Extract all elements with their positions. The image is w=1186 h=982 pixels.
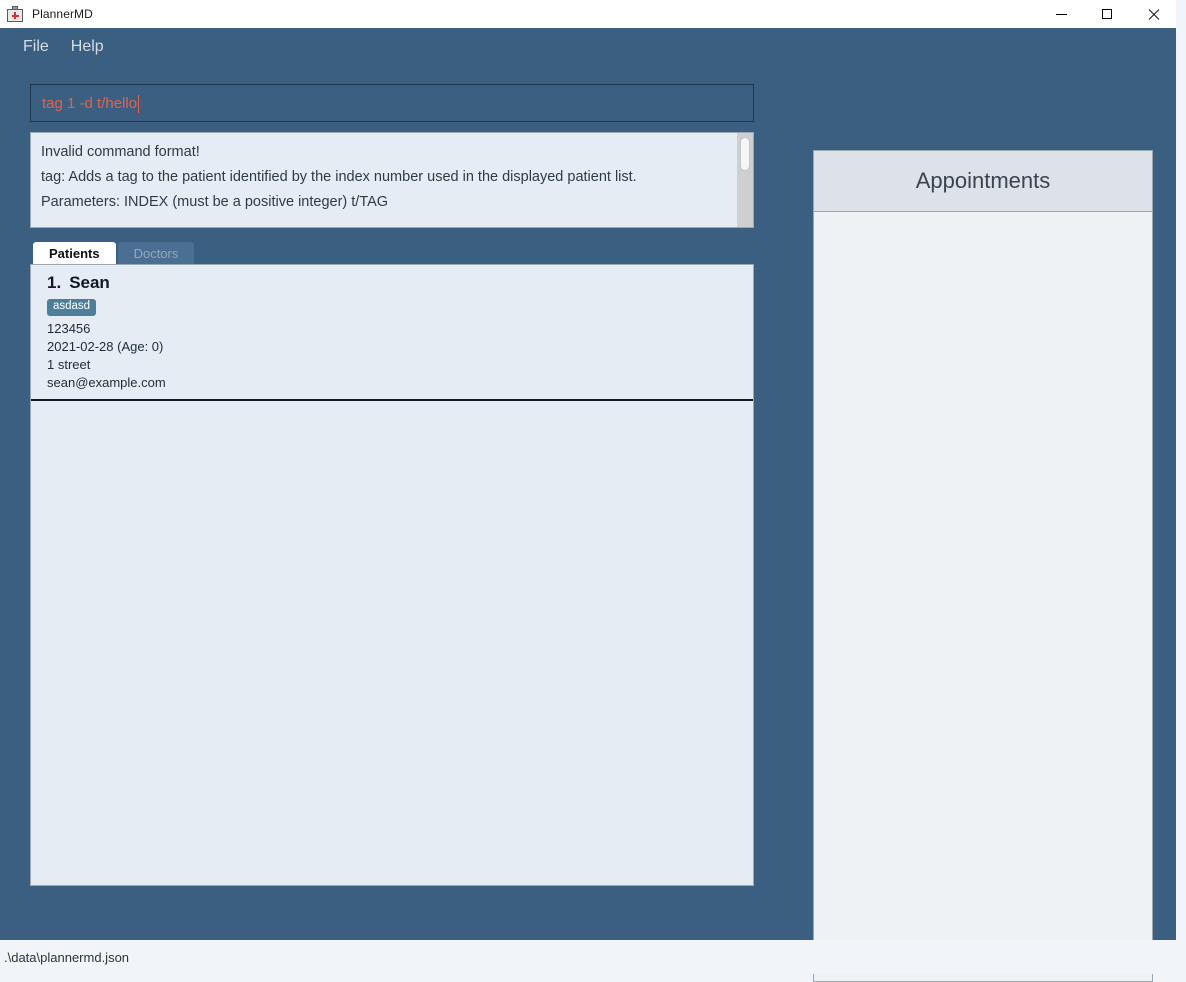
status-badge: asdasd [47,299,97,316]
appointments-list[interactable] [814,212,1152,981]
left-column: tag 1 -d t/hello Invalid command format!… [30,84,754,886]
patient-dob: 2021-02-28 (Age: 0) [47,338,164,354]
status-bar: .\data\plannermd.json [0,940,1186,974]
tab-patients[interactable]: Patients [33,242,116,264]
result-scrollbar[interactable] [737,133,753,227]
minimize-icon [1055,13,1067,15]
minimize-button[interactable] [1038,0,1084,28]
result-line: Parameters: INDEX (must be a positive in… [41,194,389,210]
maximize-button[interactable] [1084,0,1130,28]
command-input[interactable]: tag 1 -d t/hello [30,84,754,122]
main-content: tag 1 -d t/hello Invalid command format!… [0,66,1176,982]
app-window: PlannerMD File Help tag 1 -d t/hello Inv… [0,0,1176,982]
window-controls [1038,0,1176,28]
maximize-icon [1102,9,1112,19]
result-line: tag: Adds a tag to the patient identifie… [41,169,637,185]
command-input-value: tag 1 -d t/hello [42,94,138,112]
patient-index: 1. [47,273,62,292]
desktop-background [1176,0,1186,940]
result-line: Invalid command format! [41,144,200,160]
patient-tags: asdasd [47,296,753,316]
menu-item-help[interactable]: Help [60,34,115,60]
tab-strip: Patients Doctors [30,242,754,264]
first-aid-kit-icon [7,6,23,22]
patient-phone: 123456 [47,320,91,336]
status-file-path: .\data\plannermd.json [4,949,130,965]
close-button[interactable] [1130,0,1176,28]
appointments-header: Appointments [814,151,1152,212]
appointments-title: Appointments [915,168,1051,193]
appointments-panel: Appointments [813,150,1153,982]
patient-address: 1 street [47,356,91,372]
patient-name: Sean [69,273,110,292]
window-title: PlannerMD [32,7,93,21]
text-caret [138,95,140,113]
result-display-text: Invalid command format! tag: Adds a tag … [31,133,713,215]
tab-doctors[interactable]: Doctors [117,242,195,264]
title-bar: PlannerMD [0,0,1176,28]
patient-email: sean@example.com [47,374,166,390]
patient-list-panel: 1. Sean asdasd 123456 2021-02-28 (Age: 0)… [30,264,754,886]
result-scrollbar-thumb[interactable] [740,137,750,171]
list-item[interactable]: 1. Sean asdasd 123456 2021-02-28 (Age: 0)… [31,265,753,401]
result-display: Invalid command format! tag: Adds a tag … [30,132,754,228]
close-icon [1147,8,1159,20]
menu-bar: File Help [0,28,1176,66]
menu-item-file[interactable]: File [12,34,60,60]
patient-name-row: 1. Sean [47,273,753,293]
